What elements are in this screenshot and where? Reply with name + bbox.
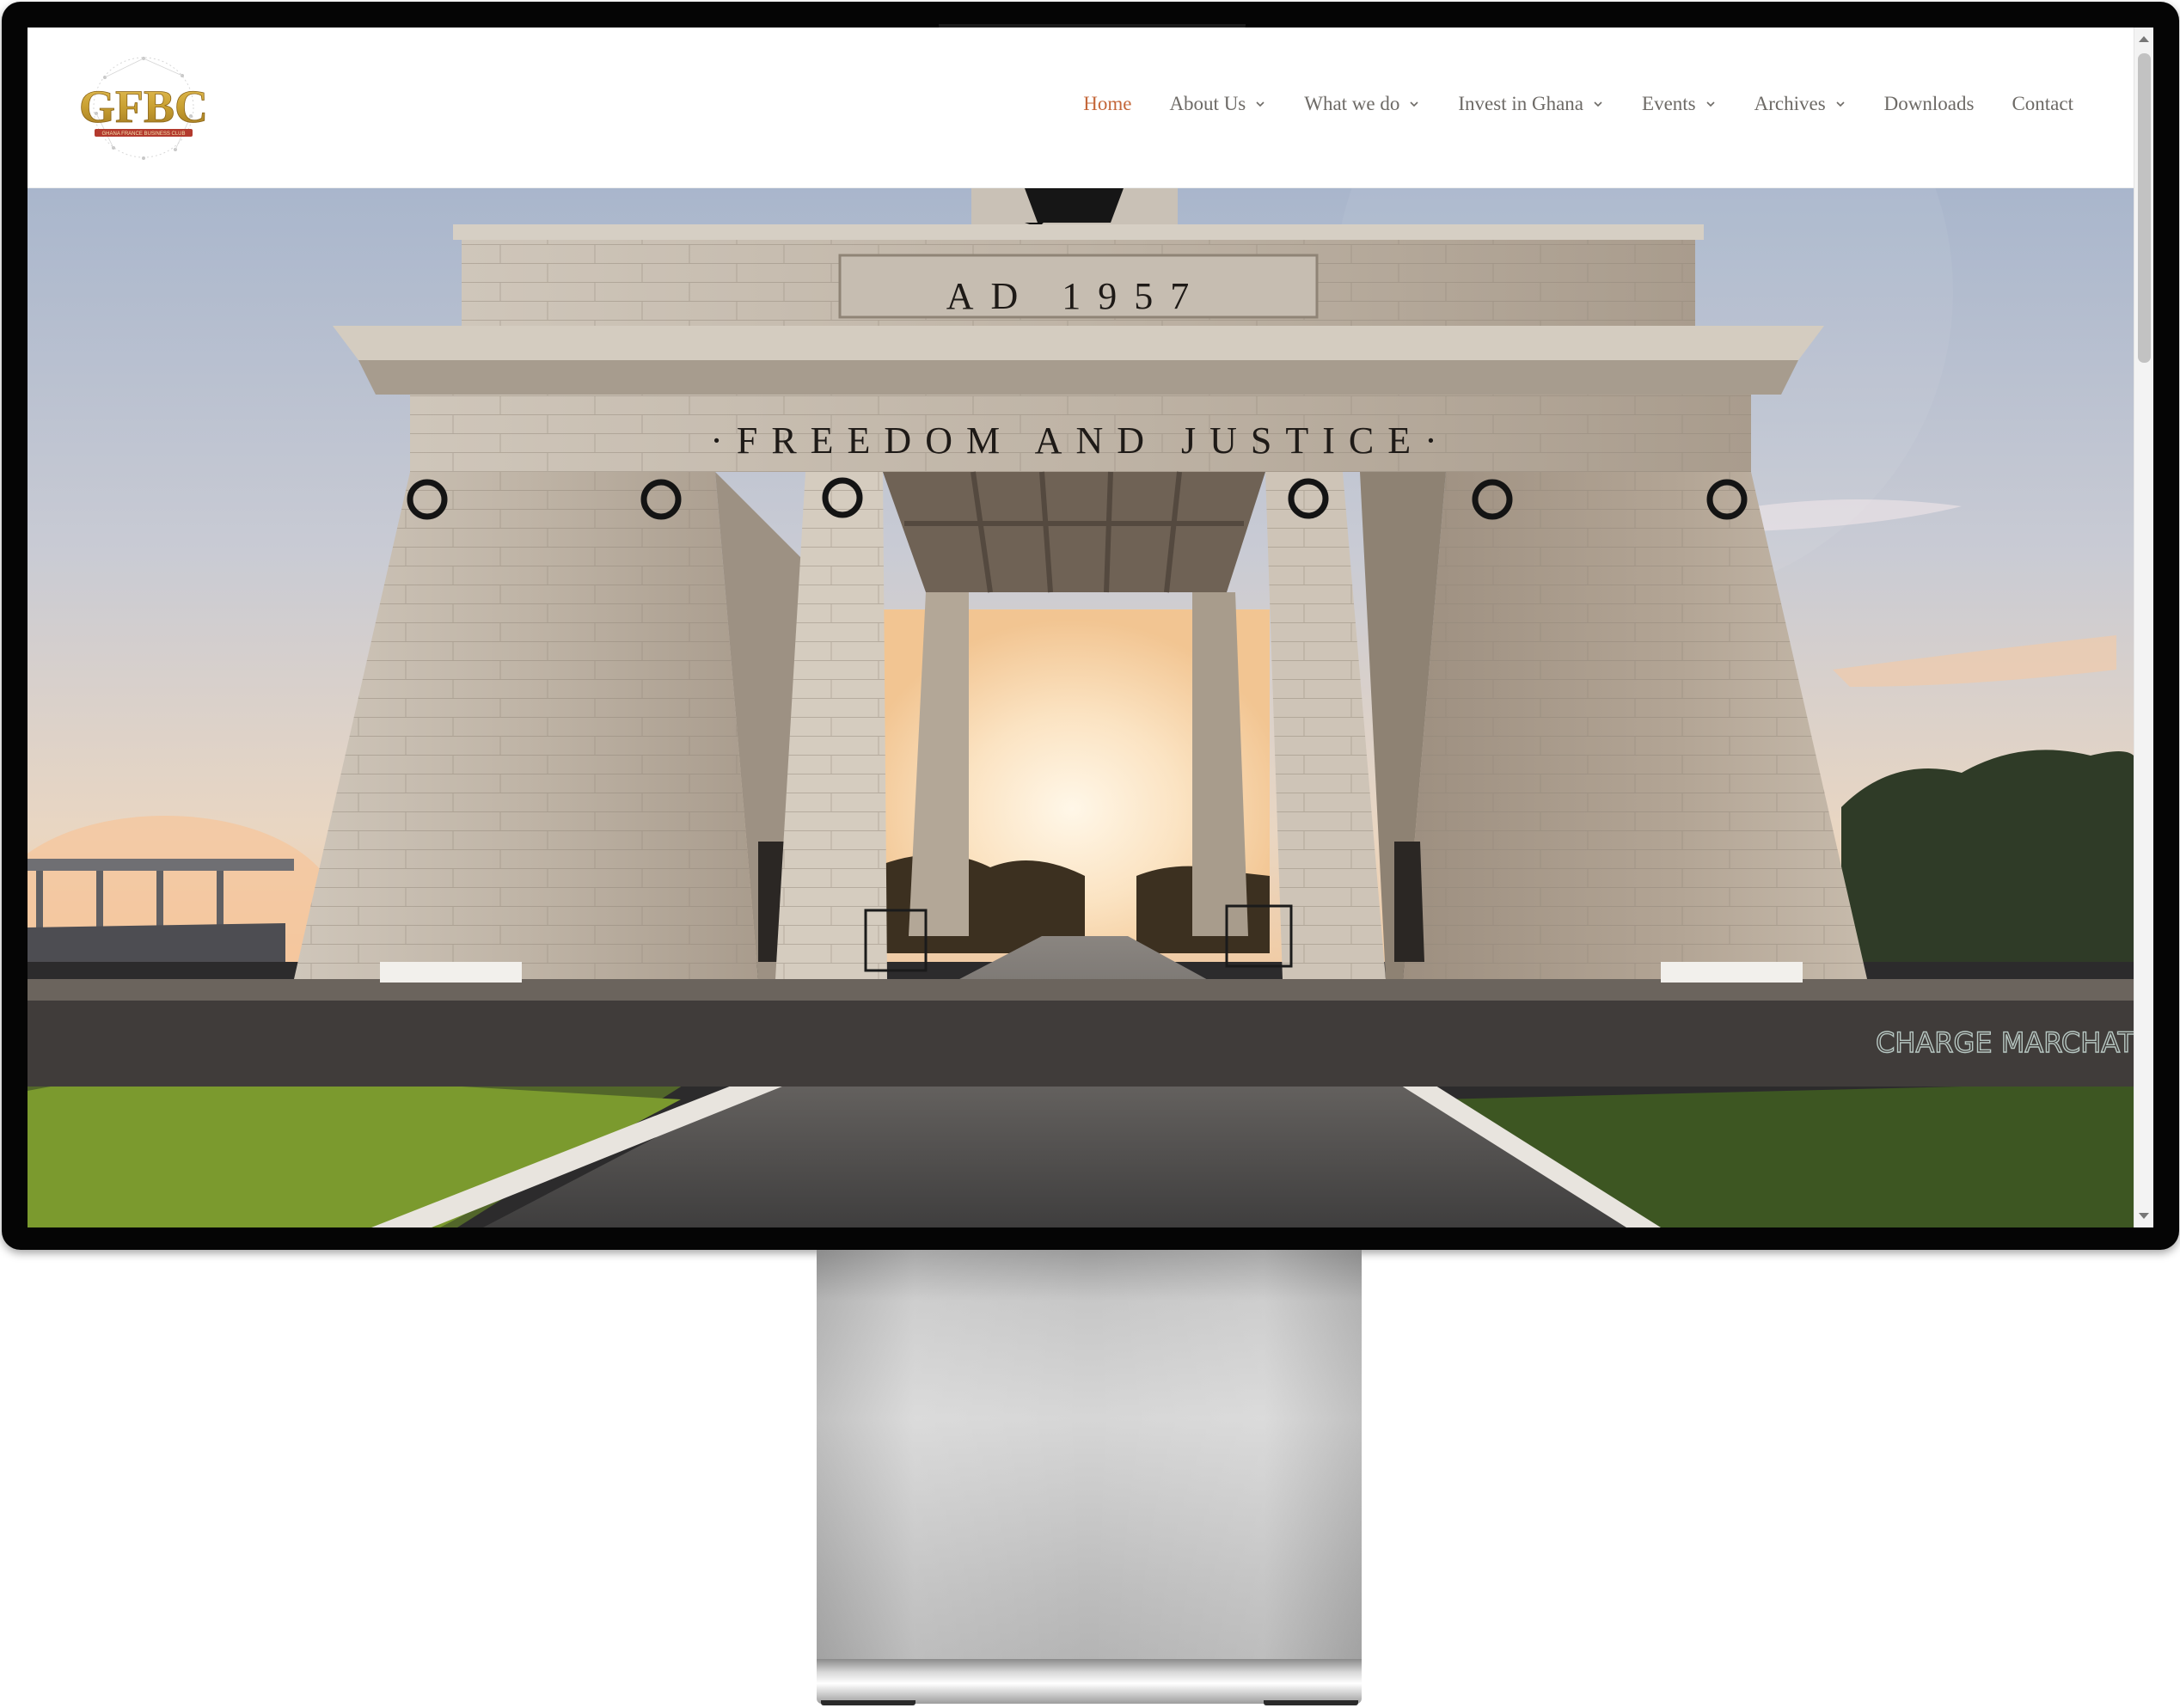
nav-about-us[interactable]: About Us (1169, 93, 1266, 115)
scroll-up-arrow[interactable] (2139, 36, 2149, 42)
chevron-down-icon (1408, 98, 1420, 110)
main-navigation: Home About Us What we do Invest in Ghana… (1083, 93, 2073, 115)
chevron-down-icon (1254, 98, 1266, 110)
inscription-freedom-and-justice: ·FREEDOM AND JUSTICE· (710, 419, 1451, 462)
nav-events[interactable]: Events (1642, 93, 1717, 115)
nav-events-label: Events (1642, 93, 1696, 114)
nav-contact[interactable]: Contact (2012, 93, 2073, 115)
monitor-frame: GFBC GHANA FRANCE BUSINESS CLUB Home Abo… (2, 2, 2179, 1250)
chevron-down-icon (1834, 98, 1846, 110)
monitor-foot-right (1264, 1700, 1358, 1705)
scroll-down-arrow[interactable] (2139, 1213, 2149, 1219)
site-header: GFBC GHANA FRANCE BUSINESS CLUB Home Abo… (28, 28, 2134, 188)
hero-banner: AD 1957 ·FREEDOM AND JUSTICE· CHARGE MAR… (28, 188, 2134, 1227)
nav-what-we-do[interactable]: What we do (1304, 93, 1420, 115)
nav-home-label: Home (1083, 93, 1132, 114)
monitor-stand-neck (817, 1250, 1362, 1671)
nav-what-we-do-label: What we do (1304, 93, 1400, 114)
logo-text: GFBC (79, 81, 208, 132)
nav-invest-in-ghana[interactable]: Invest in Ghana (1458, 93, 1604, 115)
logo-tagline: GHANA FRANCE BUSINESS CLUB (101, 132, 185, 137)
vertical-scrollbar[interactable] (2134, 28, 2153, 1227)
nav-downloads[interactable]: Downloads (1884, 93, 1975, 115)
nav-about-us-label: About Us (1169, 93, 1246, 114)
monitor-foot-left (821, 1700, 915, 1705)
scroll-thumb[interactable] (2138, 53, 2151, 363)
browser-viewport: GFBC GHANA FRANCE BUSINESS CLUB Home Abo… (28, 28, 2153, 1227)
graffiti-text: CHARGE MARCHAT (1876, 1026, 2134, 1059)
nav-invest-in-ghana-label: Invest in Ghana (1458, 93, 1584, 114)
chevron-down-icon (1592, 98, 1604, 110)
independence-arch-image: AD 1957 ·FREEDOM AND JUSTICE· CHARGE MAR… (28, 188, 2134, 1227)
site-logo[interactable]: GFBC GHANA FRANCE BUSINESS CLUB (79, 52, 208, 168)
nav-archives[interactable]: Archives (1754, 93, 1846, 115)
nav-downloads-label: Downloads (1883, 93, 1975, 114)
chevron-down-icon (1705, 98, 1717, 110)
monitor-stand-base (817, 1659, 1362, 1704)
nav-archives-label: Archives (1754, 93, 1826, 114)
logo-emblem-icon: GFBC GHANA FRANCE BUSINESS CLUB (79, 57, 208, 160)
nav-contact-label: Contact (2012, 93, 2073, 114)
nav-home[interactable]: Home (1083, 93, 1131, 115)
inscription-ad-1957: AD 1957 (946, 275, 1207, 317)
